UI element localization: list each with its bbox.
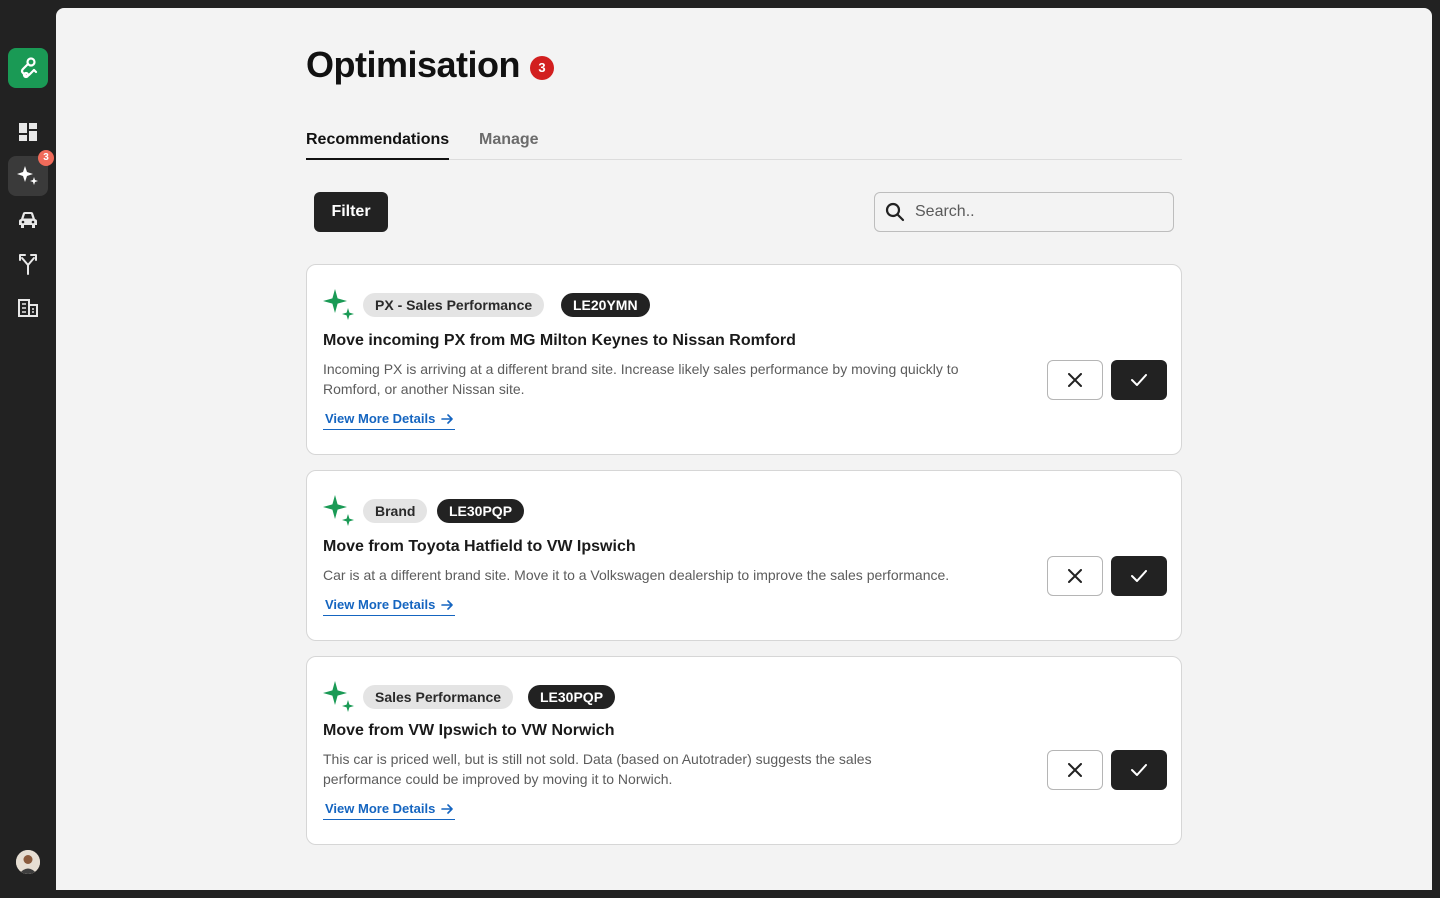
registration-plate: LE30PQP [528,685,616,709]
sparkle-icon [323,289,354,320]
link-label: View More Details [325,801,436,816]
building-icon [18,299,38,317]
close-icon [1068,373,1082,387]
sidebar: 3 [0,0,56,898]
category-tag: Sales Performance [363,685,514,709]
category-tag: PX - Sales Performance [363,293,545,317]
close-icon [1068,569,1082,583]
close-icon [1068,763,1082,777]
card-title: Move incoming PX from MG Milton Keynes t… [323,332,796,349]
view-more-details-link[interactable]: View More Details [323,798,456,820]
sidebar-item-optimisation[interactable]: 3 [8,150,54,196]
card-description: Car is at a different brand site. Move i… [323,567,950,583]
main-panel: Optimisation 3 Recommendations Manage Fi… [56,8,1432,890]
accept-button[interactable] [1111,360,1167,400]
card-description: Incoming PX is arriving at a different b… [323,361,959,397]
recommendation-card: Sales Performance LE30PQP Move from VW I… [306,656,1182,845]
app-logo[interactable] [8,48,48,88]
avatar[interactable] [16,850,40,874]
arrow-right-icon [441,803,454,814]
sidebar-item-dashboard[interactable] [8,112,48,152]
card-title: Move from Toyota Hatfield to VW Ipswich [323,538,636,555]
sidebar-item-transfers[interactable] [8,244,48,284]
user-avatar-icon [16,850,40,874]
page-title: Optimisation [306,44,521,85]
registration-plate: LE30PQP [437,499,525,523]
link-label: View More Details [325,597,436,612]
link-label: View More Details [325,411,436,426]
reject-button[interactable] [1047,556,1103,596]
accept-button[interactable] [1111,750,1167,790]
sparkle-icon [323,681,354,712]
arrow-right-icon [441,413,454,424]
check-icon [1131,764,1147,776]
merge-icon [19,254,37,275]
card-description: This car is priced well, but is still no… [323,751,872,787]
recommendation-card: Brand LE30PQP Move from Toyota Hatfield … [306,470,1182,641]
view-more-details-link[interactable]: View More Details [323,594,456,616]
view-more-details-link[interactable]: View More Details [323,408,456,430]
search-box [874,192,1174,232]
reject-button[interactable] [1047,360,1103,400]
accept-button[interactable] [1111,556,1167,596]
count-badge: 3 [530,56,554,80]
sidebar-item-vehicles[interactable] [8,200,48,240]
check-icon [1131,374,1147,386]
sparkle-icon [323,495,354,526]
sidebar-item-sites[interactable] [8,288,48,328]
notification-badge: 3 [38,150,54,166]
sparkle-icon [17,166,38,185]
registration-plate: LE20YMN [561,293,650,317]
search-icon [885,202,905,222]
arrow-right-icon [441,599,454,610]
reject-button[interactable] [1047,750,1103,790]
card-title: Move from VW Ipswich to VW Norwich [323,722,615,739]
search-input[interactable] [915,203,1155,221]
tab-manage[interactable]: Manage [479,131,539,160]
car-icon [19,212,37,228]
tab-bar: Recommendations Manage [306,128,1182,160]
filter-button[interactable]: Filter [314,192,388,232]
recommendation-card: PX - Sales Performance LE20YMN Move inco… [306,264,1182,455]
check-icon [1131,570,1147,582]
tab-recommendations[interactable]: Recommendations [306,131,450,160]
app-logo-icon [20,57,38,79]
dashboard-icon [19,123,37,141]
category-tag: Brand [363,499,428,523]
